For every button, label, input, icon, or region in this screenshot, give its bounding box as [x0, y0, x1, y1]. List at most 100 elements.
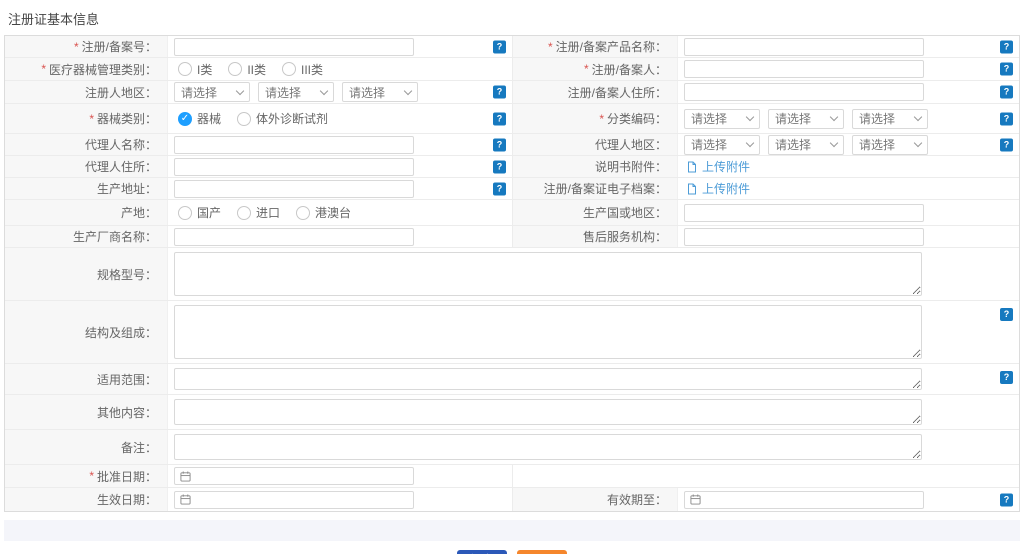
- chevron-down-icon: [830, 113, 838, 121]
- production-country-input[interactable]: [684, 204, 924, 222]
- form-row-effective-date: 生效日期： 有效期至： ?: [5, 488, 1019, 511]
- product-name-input[interactable]: [684, 38, 924, 56]
- mgmt-class-field: I类 II类 III类: [168, 58, 512, 80]
- approval-date-field: [168, 465, 512, 487]
- help-icon[interactable]: ?: [1000, 63, 1013, 76]
- production-country-field: [678, 200, 1019, 225]
- radio-label: 器械: [197, 110, 221, 127]
- registrant-address-input[interactable]: [684, 83, 924, 101]
- help-icon[interactable]: ?: [1000, 86, 1013, 99]
- approval-date-input[interactable]: [174, 467, 414, 485]
- valid-until-label: 有效期至：: [512, 488, 678, 511]
- production-address-input[interactable]: [174, 180, 414, 198]
- agent-region-select-2[interactable]: 请选择: [768, 135, 844, 155]
- approval-date-label: *批准日期：: [5, 465, 168, 487]
- label-text: 代理人住所：: [85, 158, 157, 175]
- help-icon[interactable]: ?: [1000, 371, 1013, 384]
- structure-textarea[interactable]: [174, 305, 922, 359]
- manufacturer-name-label: 生产厂商名称：: [5, 226, 168, 247]
- submit-button[interactable]: 提交: [457, 550, 507, 554]
- back-button[interactable]: 返回: [517, 550, 567, 554]
- origin-radio-2[interactable]: 进口: [237, 204, 280, 221]
- help-icon[interactable]: ?: [493, 160, 506, 173]
- class-code-select-1[interactable]: 请选择: [684, 109, 760, 129]
- mgmt-class-radio-3[interactable]: III类: [282, 61, 323, 78]
- class-code-select-3[interactable]: 请选择: [852, 109, 928, 129]
- production-address-label: 生产地址：: [5, 178, 168, 199]
- label-text: 生产厂商名称：: [73, 228, 157, 245]
- required-marker: *: [599, 112, 604, 126]
- agent-region-select-3[interactable]: 请选择: [852, 135, 928, 155]
- registrant-region-select-2[interactable]: 请选择: [258, 82, 334, 102]
- upload-link-text: 上传附件: [702, 180, 750, 197]
- help-icon[interactable]: ?: [1000, 112, 1013, 125]
- effective-date-field: [168, 488, 512, 511]
- structure-label: 结构及组成：: [5, 301, 168, 363]
- cert-archive-upload-link[interactable]: 上传附件: [686, 180, 750, 197]
- scope-textarea[interactable]: [174, 368, 922, 390]
- help-icon[interactable]: ?: [493, 182, 506, 195]
- mgmt-class-radio-2[interactable]: II类: [228, 61, 266, 78]
- form-row-mgmt-class: *医疗器械管理类别： I类 II类 III类 *注册/备案人： ?: [5, 58, 1019, 81]
- help-icon[interactable]: ?: [493, 40, 506, 53]
- chevron-down-icon: [404, 86, 412, 94]
- label-text: 产地：: [121, 204, 157, 221]
- manual-upload-link[interactable]: 上传附件: [686, 158, 750, 175]
- origin-radio-group: 国产 进口 港澳台: [178, 204, 351, 221]
- device-category-radio-2[interactable]: 体外诊断试剂: [237, 110, 328, 127]
- agent-address-input[interactable]: [174, 158, 414, 176]
- calendar-icon: [690, 494, 701, 505]
- production-country-label: 生产国或地区：: [512, 200, 678, 225]
- remarks-label: 备注：: [5, 430, 168, 464]
- select-value: 请选择: [859, 110, 895, 127]
- chevron-down-icon: [830, 139, 838, 147]
- reg-no-input[interactable]: [174, 38, 414, 56]
- agent-name-input[interactable]: [174, 136, 414, 154]
- label-text: 售后服务机构：: [583, 228, 667, 245]
- after-sales-input[interactable]: [684, 228, 924, 246]
- origin-radio-1[interactable]: 国产: [178, 204, 221, 221]
- label-text: 医疗器械管理类别：: [49, 61, 157, 78]
- radio-label: I类: [197, 61, 212, 78]
- spec-model-field: [168, 248, 1019, 300]
- empty-cell: [512, 465, 1019, 487]
- registrant-input[interactable]: [684, 60, 924, 78]
- product-name-label: *注册/备案产品名称：: [512, 36, 678, 57]
- registrant-region-label: 注册人地区：: [5, 81, 168, 103]
- spec-model-textarea[interactable]: [174, 252, 922, 296]
- agent-region-select-1[interactable]: 请选择: [684, 135, 760, 155]
- effective-date-input[interactable]: [174, 491, 414, 509]
- help-icon[interactable]: ?: [1000, 308, 1013, 321]
- origin-radio-3[interactable]: 港澳台: [296, 204, 351, 221]
- valid-until-input[interactable]: [684, 491, 924, 509]
- registrant-region-field: 请选择 请选择 请选择 ?: [168, 81, 512, 103]
- class-code-field: 请选择 请选择 请选择 ?: [678, 104, 1019, 133]
- help-icon[interactable]: ?: [493, 138, 506, 151]
- class-code-select-2[interactable]: 请选择: [768, 109, 844, 129]
- device-category-field: 器械 体外诊断试剂 ?: [168, 104, 512, 133]
- help-icon[interactable]: ?: [1000, 40, 1013, 53]
- registrant-region-select-1[interactable]: 请选择: [174, 82, 250, 102]
- upload-link-text: 上传附件: [702, 158, 750, 175]
- registrant-field: ?: [678, 58, 1019, 80]
- chevron-down-icon: [236, 86, 244, 94]
- radio-label: 体外诊断试剂: [256, 110, 328, 127]
- registrant-address-label: 注册/备案人住所：: [512, 81, 678, 103]
- help-icon[interactable]: ?: [493, 86, 506, 99]
- registrant-region-select-3[interactable]: 请选择: [342, 82, 418, 102]
- radio-label: II类: [247, 61, 266, 78]
- help-icon[interactable]: ?: [493, 112, 506, 125]
- agent-address-label: 代理人住所：: [5, 156, 168, 177]
- form-row-remarks: 备注：: [5, 430, 1019, 465]
- remarks-textarea[interactable]: [174, 434, 922, 460]
- help-icon[interactable]: ?: [1000, 493, 1013, 506]
- help-icon[interactable]: ?: [1000, 138, 1013, 151]
- select-value: 请选择: [691, 136, 727, 153]
- manufacturer-name-input[interactable]: [174, 228, 414, 246]
- remarks-field: [168, 430, 1019, 464]
- mgmt-class-radio-1[interactable]: I类: [178, 61, 212, 78]
- other-content-textarea[interactable]: [174, 399, 922, 425]
- chevron-down-icon: [914, 113, 922, 121]
- device-category-radio-1[interactable]: 器械: [178, 110, 221, 127]
- select-value: 请选择: [265, 84, 301, 101]
